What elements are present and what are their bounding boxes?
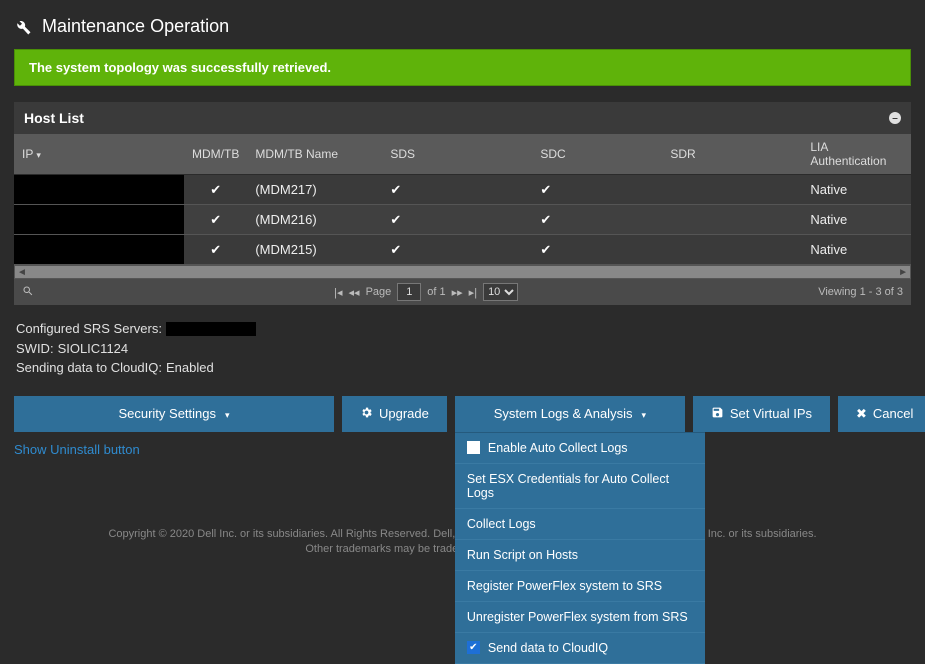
checkbox-checked-icon[interactable]: ✔ xyxy=(467,641,480,654)
dropdown-item[interactable]: Register PowerFlex system to SRS xyxy=(455,571,705,602)
lia-value: Native xyxy=(802,235,911,265)
checkbox-unchecked-icon[interactable] xyxy=(467,441,480,454)
dropdown-item[interactable]: ✔ Send data to CloudIQ xyxy=(455,633,705,664)
pager-prev-icon[interactable]: ◂◂ xyxy=(349,286,360,299)
check-icon: ✔ xyxy=(210,212,221,227)
pager-first-icon[interactable]: |◂ xyxy=(334,286,342,299)
show-uninstall-link[interactable]: Show Uninstall button xyxy=(14,442,140,457)
col-mdmtb[interactable]: MDM/TB xyxy=(184,134,247,175)
ip-masked xyxy=(14,175,184,204)
dropdown-item-label: Register PowerFlex system to SRS xyxy=(467,579,662,593)
gear-icon xyxy=(360,406,373,422)
cloudiq-value: Enabled xyxy=(166,358,214,378)
action-buttons: Security Settings Upgrade System Logs & … xyxy=(14,396,911,432)
system-logs-button[interactable]: System Logs & Analysis xyxy=(455,396,685,432)
mdm-name: (MDM216) xyxy=(247,205,382,235)
search-icon[interactable] xyxy=(22,288,34,300)
check-icon: ✔ xyxy=(390,212,401,227)
dropdown-item[interactable]: Enable Auto Collect Logs xyxy=(455,433,705,464)
page-title-row: Maintenance Operation xyxy=(14,10,911,49)
pager-next-icon[interactable]: ▸▸ xyxy=(452,286,463,299)
srs-servers-label: Configured SRS Servers: xyxy=(16,319,162,339)
dropdown-item-label: Send data to CloudIQ xyxy=(488,641,608,655)
collapse-icon[interactable]: – xyxy=(889,112,901,124)
pager-page-input[interactable] xyxy=(397,283,421,301)
col-sdr[interactable]: SDR xyxy=(662,134,802,175)
system-logs-dropdown: Enable Auto Collect Logs Set ESX Credenti… xyxy=(455,432,705,664)
cloudiq-label: Sending data to CloudIQ: xyxy=(16,358,162,378)
dropdown-item[interactable]: Unregister PowerFlex system from SRS xyxy=(455,602,705,633)
mdm-name: (MDM215) xyxy=(247,235,382,265)
dropdown-item-label: Collect Logs xyxy=(467,517,536,531)
check-icon: ✔ xyxy=(540,182,551,197)
scroll-right-icon[interactable]: ► xyxy=(898,267,908,278)
check-icon: ✔ xyxy=(390,182,401,197)
check-icon: ✔ xyxy=(210,242,221,257)
check-icon: ✔ xyxy=(210,182,221,197)
dropdown-item-label: Enable Auto Collect Logs xyxy=(488,441,628,455)
table-row[interactable]: ✔ (MDM217) ✔ ✔ Native xyxy=(14,175,911,205)
pager-viewing: Viewing 1 - 3 of 3 xyxy=(818,286,903,298)
scroll-left-icon[interactable]: ◄ xyxy=(17,267,27,278)
hostlist-header: Host List – xyxy=(14,102,911,134)
lia-value: Native xyxy=(802,175,911,205)
swid-value: SIOLIC1124 xyxy=(58,339,129,359)
table-row[interactable]: ✔ (MDM215) ✔ ✔ Native xyxy=(14,235,911,265)
dropdown-item[interactable]: Run Script on Hosts xyxy=(455,540,705,571)
dropdown-item[interactable]: Set ESX Credentials for Auto Collect Log… xyxy=(455,464,705,509)
hostlist-title: Host List xyxy=(24,110,84,126)
pager-of-label: of 1 xyxy=(427,286,445,298)
close-icon: ✖ xyxy=(856,406,867,422)
dropdown-item-label: Set ESX Credentials for Auto Collect Log… xyxy=(467,472,693,500)
dropdown-item[interactable]: Collect Logs xyxy=(455,509,705,540)
table-footer: |◂ ◂◂ Page of 1 ▸▸ ▸| 10 Viewing 1 - 3 o… xyxy=(14,279,911,305)
page-title: Maintenance Operation xyxy=(42,16,229,37)
ip-masked xyxy=(14,205,184,234)
security-settings-button[interactable]: Security Settings xyxy=(14,396,334,432)
wrench-icon xyxy=(14,18,32,36)
pager-last-icon[interactable]: ▸| xyxy=(469,286,477,299)
success-alert: The system topology was successfully ret… xyxy=(14,49,911,86)
host-table: IP▾ MDM/TB MDM/TB Name SDS SDC SDR LIA A… xyxy=(14,134,911,265)
col-ip[interactable]: IP▾ xyxy=(14,134,184,175)
col-mdmtb-name[interactable]: MDM/TB Name xyxy=(247,134,382,175)
check-icon: ✔ xyxy=(540,242,551,257)
upgrade-button[interactable]: Upgrade xyxy=(342,396,447,432)
pager-page-label: Page xyxy=(366,286,392,298)
pager-size-select[interactable]: 10 xyxy=(483,283,518,301)
cancel-button[interactable]: ✖ Cancel xyxy=(838,396,925,432)
set-virtual-ips-button[interactable]: Set Virtual IPs xyxy=(693,396,830,432)
ip-masked xyxy=(14,235,184,264)
srs-servers-value-masked xyxy=(166,322,256,336)
swid-label: SWID: xyxy=(16,339,54,359)
check-icon: ✔ xyxy=(540,212,551,227)
col-sdc[interactable]: SDC xyxy=(532,134,662,175)
col-lia[interactable]: LIA Authentication xyxy=(802,134,911,175)
lia-value: Native xyxy=(802,205,911,235)
col-sds[interactable]: SDS xyxy=(382,134,532,175)
h-scrollbar[interactable]: ◄ ► xyxy=(14,265,911,279)
save-icon xyxy=(711,406,724,422)
dropdown-item-label: Run Script on Hosts xyxy=(467,548,578,562)
dropdown-item-label: Unregister PowerFlex system from SRS xyxy=(467,610,688,624)
mdm-name: (MDM217) xyxy=(247,175,382,205)
check-icon: ✔ xyxy=(390,242,401,257)
info-block: Configured SRS Servers: SWID: SIOLIC1124… xyxy=(14,305,911,396)
table-row[interactable]: ✔ (MDM216) ✔ ✔ Native xyxy=(14,205,911,235)
